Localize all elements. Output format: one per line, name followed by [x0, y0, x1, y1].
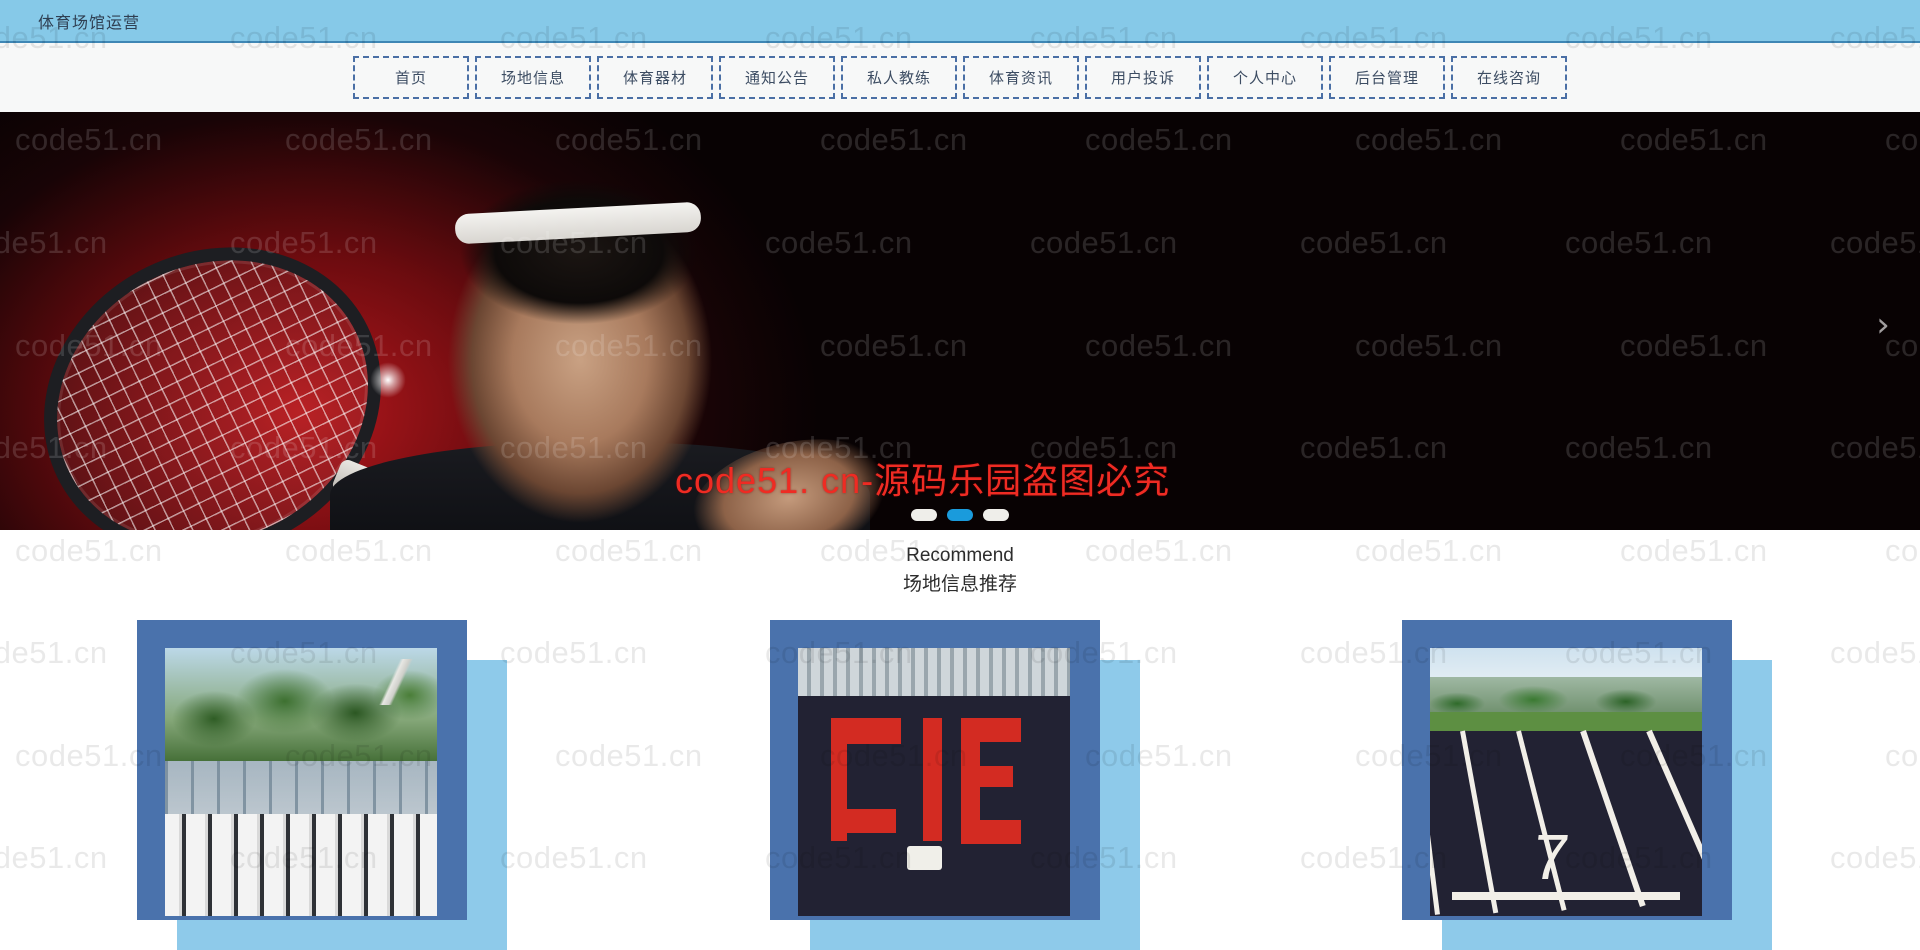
nav-item-sports-news[interactable]: 体育资讯 [963, 56, 1079, 99]
venue-image-2[interactable] [798, 648, 1070, 916]
recommend-heading-cn: 场地信息推荐 [902, 574, 1017, 595]
title-bar: 体育场馆运营 [0, 0, 1920, 43]
photo3-finish-line [1451, 891, 1681, 900]
player-hair [448, 164, 710, 324]
photo1-pole [366, 658, 427, 705]
nav-item-sports-equipment[interactable]: 体育器材 [597, 56, 713, 99]
nav-item-label: 用户投诉 [1110, 70, 1175, 87]
carousel-dot-2[interactable] [947, 509, 973, 521]
venue-card-3[interactable]: 7 [1402, 620, 1772, 950]
photo2-formation [961, 819, 1022, 844]
nav-item-personal-trainer[interactable]: 私人教练 [841, 56, 957, 99]
nav-item-home[interactable]: 首页 [353, 56, 469, 99]
nav-list: 首页 场地信息 体育器材 通知公告 私人教练 体育资讯 用户投诉 个人中心 后台管理 在线咨询 [350, 56, 1570, 99]
nav-item-label: 个人中心 [1232, 70, 1297, 87]
carousel-dot-3[interactable] [983, 509, 1009, 521]
photo2-formation [961, 717, 1022, 742]
photo3-treeline [1430, 677, 1702, 715]
recommend-heading-en: Recommend [906, 545, 1014, 566]
nav-item-venue-info[interactable]: 场地信息 [475, 56, 591, 99]
main-navigation: 首页 场地信息 体育器材 通知公告 私人教练 体育资讯 用户投诉 个人中心 后台管理 在线咨询 [0, 43, 1920, 112]
photo3-lane-line [1430, 730, 1440, 915]
nav-item-user-complaints[interactable]: 用户投诉 [1085, 56, 1201, 99]
photo2-formation [961, 765, 1013, 788]
photo1-crowd [165, 814, 437, 916]
photo2-stands [798, 648, 1070, 697]
nav-item-label: 场地信息 [500, 70, 565, 87]
nav-item-label: 私人教练 [866, 70, 931, 87]
photo3-lane-line [1580, 730, 1646, 908]
venue-card-list: 7 [0, 620, 1920, 950]
venue-card-1[interactable] [137, 620, 507, 950]
nav-item-announcements[interactable]: 通知公告 [719, 56, 835, 99]
photo3-grass [1430, 712, 1702, 732]
photo3-lane-line [1646, 729, 1702, 902]
copyright-watermark-text: code51. cn-源码乐园盗图必究 [675, 460, 1171, 501]
photo3-lane-line [1460, 730, 1499, 914]
nav-item-label: 体育器材 [622, 70, 687, 87]
nav-item-label: 体育资讯 [988, 70, 1053, 87]
venue-image-3[interactable]: 7 [1430, 648, 1702, 916]
venue-card-2[interactable] [770, 620, 1140, 950]
page-title: 体育场馆运营 [38, 15, 141, 32]
photo2-tent [906, 846, 943, 871]
venue-image-1[interactable] [165, 648, 437, 916]
carousel-next-icon[interactable]: › [1860, 300, 1906, 350]
carousel-dots[interactable] [0, 505, 1920, 525]
nav-item-admin-panel[interactable]: 后台管理 [1329, 56, 1445, 99]
racket-sparkle [370, 362, 406, 398]
nav-item-label: 在线咨询 [1476, 70, 1541, 87]
nav-item-label: 通知公告 [744, 70, 809, 87]
nav-item-user-center[interactable]: 个人中心 [1207, 56, 1323, 99]
carousel-dot-1[interactable] [911, 509, 937, 521]
photo2-formation [830, 808, 896, 833]
photo2-formation [923, 717, 943, 841]
nav-item-label: 后台管理 [1354, 70, 1419, 87]
nav-item-online-consult[interactable]: 在线咨询 [1451, 56, 1567, 99]
recommend-section-header: Recommend 场地信息推荐 [0, 542, 1920, 599]
nav-item-label: 首页 [394, 70, 427, 87]
